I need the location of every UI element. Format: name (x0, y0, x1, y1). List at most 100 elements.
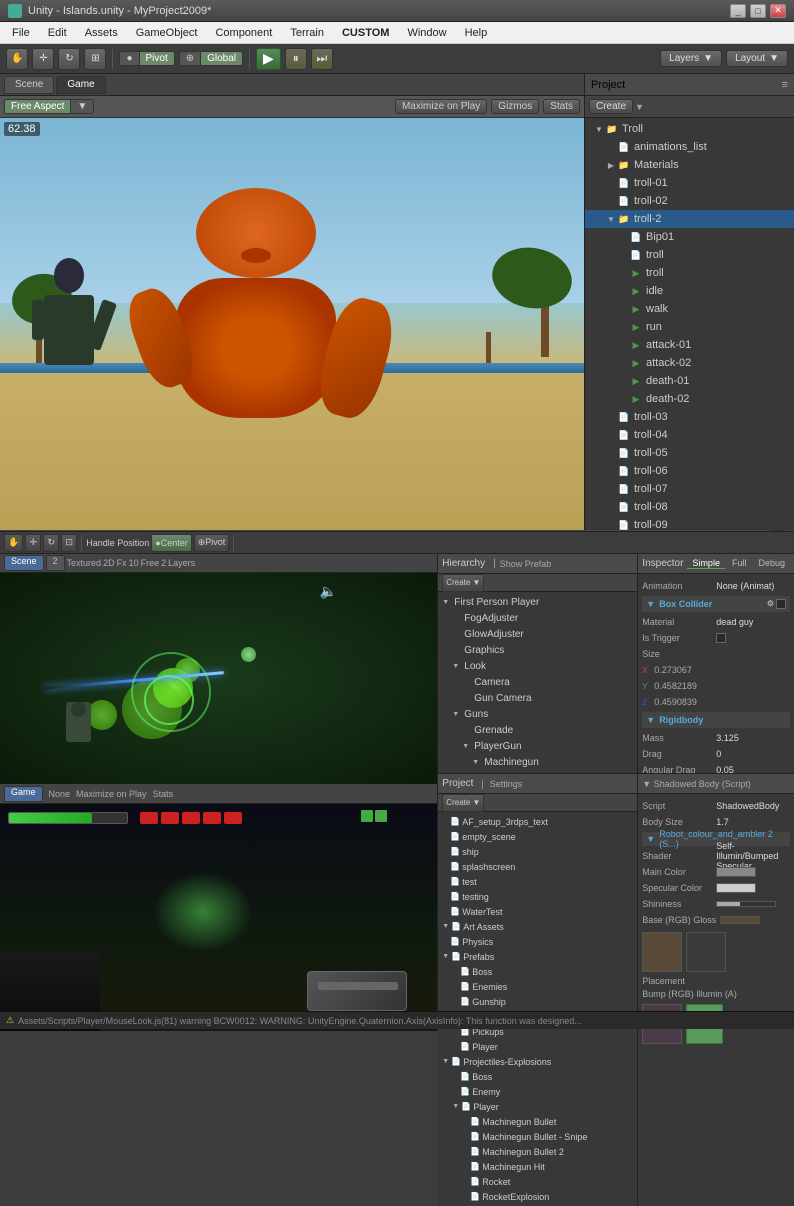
aspect-arrow[interactable]: ▼ (71, 100, 93, 113)
pb-item-9[interactable]: ▼📄Prefabs (438, 949, 637, 964)
project-tree-item-5[interactable]: ▼📁troll-2 (585, 210, 794, 228)
maximize-play-bottom[interactable]: Maximize on Play (76, 789, 147, 799)
move-tool-button[interactable]: ✛ (32, 48, 54, 70)
hierarchy-item-5[interactable]: Camera (438, 674, 637, 690)
hierarchy-tree[interactable]: First Person PlayerFogAdjusterGlowAdjust… (438, 592, 637, 773)
hierarchy-item-7[interactable]: Guns (438, 706, 637, 722)
scene-tab[interactable]: Scene (4, 76, 54, 94)
project-tree-item-22[interactable]: 📄troll-09 (585, 516, 794, 530)
project-bottom-create-button[interactable]: Create ▼ (442, 794, 484, 812)
project-tree-item-19[interactable]: 📄troll-06 (585, 462, 794, 480)
pb-item-23[interactable]: 📄Machinegun Hit (438, 1159, 637, 1174)
pb-item-1[interactable]: 📄empty_scene (438, 829, 637, 844)
show-prefab-label[interactable]: Show Prefab (500, 559, 552, 569)
project-tree[interactable]: ▼📁Troll📄animations_list▶📁Materials📄troll… (585, 118, 794, 530)
rotate-tool-button[interactable]: ↻ (58, 48, 80, 70)
project-tree-bottom[interactable]: 📄AF_setup_3rdps_text📄empty_scene📄ship📄sp… (438, 812, 637, 1206)
pb-item-24[interactable]: 📄Rocket (438, 1174, 637, 1189)
stats-bottom[interactable]: Stats (153, 789, 174, 799)
global-button[interactable]: Global (201, 52, 242, 65)
project-tree-item-20[interactable]: 📄troll-07 (585, 480, 794, 498)
step-button[interactable]: ⏭ (311, 48, 333, 70)
pb-item-2[interactable]: 📄ship (438, 844, 637, 859)
pause-button[interactable]: ⏸ (285, 48, 307, 70)
close-button[interactable]: ✕ (770, 4, 786, 18)
trigger-checkbox[interactable] (716, 633, 726, 643)
project-tree-item-4[interactable]: 📄troll-02 (585, 192, 794, 210)
hand-tool-button[interactable]: ✋ (6, 48, 28, 70)
pb-item-12[interactable]: 📄Gunship (438, 994, 637, 1009)
project-tree-item-0[interactable]: ▼📁Troll (585, 120, 794, 138)
hierarchy-create-button[interactable]: Create ▼ (442, 574, 484, 592)
menu-window[interactable]: Window (399, 25, 454, 41)
pb-item-21[interactable]: 📄Machinegun Bullet - Snipe (438, 1129, 637, 1144)
project-tree-item-15[interactable]: ▶death-02 (585, 390, 794, 408)
inspector-tab-full[interactable]: Full (727, 558, 752, 569)
game-tab[interactable]: Game (56, 76, 105, 94)
project-tree-item-17[interactable]: 📄troll-04 (585, 426, 794, 444)
create-dropdown-arrow[interactable]: ▼ (635, 102, 644, 112)
bt-center-button[interactable]: ●Center (151, 534, 191, 552)
project-tree-item-3[interactable]: 📄troll-01 (585, 174, 794, 192)
inspector-tab-simple[interactable]: Simple (687, 558, 725, 569)
game-tab-bottom[interactable]: Game (4, 786, 43, 802)
free-label[interactable]: Free (141, 558, 160, 568)
maximize-play-button[interactable]: Maximize on Play (395, 99, 487, 114)
settings-label[interactable]: Settings (490, 779, 523, 789)
pb-item-25[interactable]: 📄RocketExplosion (438, 1189, 637, 1204)
menu-component[interactable]: Component (207, 25, 280, 41)
fx-label[interactable]: Fx (117, 558, 127, 568)
component-settings[interactable]: ⚙ (767, 599, 774, 609)
layers-2[interactable]: 2 (161, 558, 166, 568)
project-tree-item-18[interactable]: 📄troll-05 (585, 444, 794, 462)
layers-num[interactable]: 10 (129, 558, 139, 568)
robot-colour-expand[interactable]: ▼ (646, 834, 655, 844)
project-tree-item-9[interactable]: ▶idle (585, 282, 794, 300)
pb-item-0[interactable]: 📄AF_setup_3rdps_text (438, 814, 637, 829)
hierarchy-item-9[interactable]: PlayerGun (438, 738, 637, 754)
pb-item-8[interactable]: 📄Physics (438, 934, 637, 949)
specular-bottom-swatch[interactable] (716, 883, 756, 893)
component-enabled-checkbox[interactable] (776, 599, 786, 609)
texture-thumb-2[interactable] (686, 932, 726, 972)
pb-item-6[interactable]: 📄WaterTest (438, 904, 637, 919)
menu-custom[interactable]: CUSTOM (334, 25, 397, 41)
pb-item-19[interactable]: ▼📄Player (438, 1099, 637, 1114)
bt-hand-button[interactable]: ✋ (4, 534, 23, 552)
pb-item-18[interactable]: 📄Enemy (438, 1084, 637, 1099)
pb-item-4[interactable]: 📄test (438, 874, 637, 889)
menu-file[interactable]: File (4, 25, 38, 41)
project-tree-item-10[interactable]: ▶walk (585, 300, 794, 318)
pb-item-17[interactable]: 📄Boss (438, 1069, 637, 1084)
bt-pivot-button[interactable]: ⊕Pivot (194, 534, 230, 552)
scale-tool-button[interactable]: ⊞ (84, 48, 106, 70)
stats-button[interactable]: Stats (543, 99, 580, 114)
texture-thumb-1[interactable] (642, 932, 682, 972)
project-tree-item-13[interactable]: ▶attack-02 (585, 354, 794, 372)
layout-dropdown[interactable]: Layout ▼ (726, 50, 788, 67)
project-tree-item-7[interactable]: 📄troll (585, 246, 794, 264)
layers-dropdown[interactable]: Layers ▼ (660, 50, 722, 67)
project-panel-menu-icon[interactable]: ≡ (782, 79, 788, 91)
menu-gameobject[interactable]: GameObject (128, 25, 206, 41)
pb-item-5[interactable]: 📄testing (438, 889, 637, 904)
window-controls[interactable]: _ □ ✕ (730, 4, 786, 18)
hierarchy-item-1[interactable]: FogAdjuster (438, 610, 637, 626)
project-tree-item-6[interactable]: 📄Bip01 (585, 228, 794, 246)
pb-item-7[interactable]: ▼📄Art Assets (438, 919, 637, 934)
gizmos-button[interactable]: Gizmos (491, 99, 539, 114)
2d-label[interactable]: 2D (103, 558, 115, 568)
play-button[interactable]: ▶ (256, 48, 281, 70)
project-tree-item-8[interactable]: ▶troll (585, 264, 794, 282)
project-create-button[interactable]: Create (589, 99, 633, 114)
bt-scale-button[interactable]: ⊡ (61, 534, 77, 552)
inspector-tab-debug[interactable]: Debug (753, 558, 790, 569)
menu-edit[interactable]: Edit (40, 25, 75, 41)
menu-assets[interactable]: Assets (77, 25, 126, 41)
main-color-bottom-swatch[interactable] (716, 867, 756, 877)
pb-item-15[interactable]: 📄Player (438, 1039, 637, 1054)
scene-tab-bottom[interactable]: Scene (4, 555, 44, 571)
textured-label[interactable]: Textured (67, 558, 102, 568)
menu-terrain[interactable]: Terrain (282, 25, 332, 41)
bt-move-button[interactable]: ✛ (25, 534, 41, 552)
